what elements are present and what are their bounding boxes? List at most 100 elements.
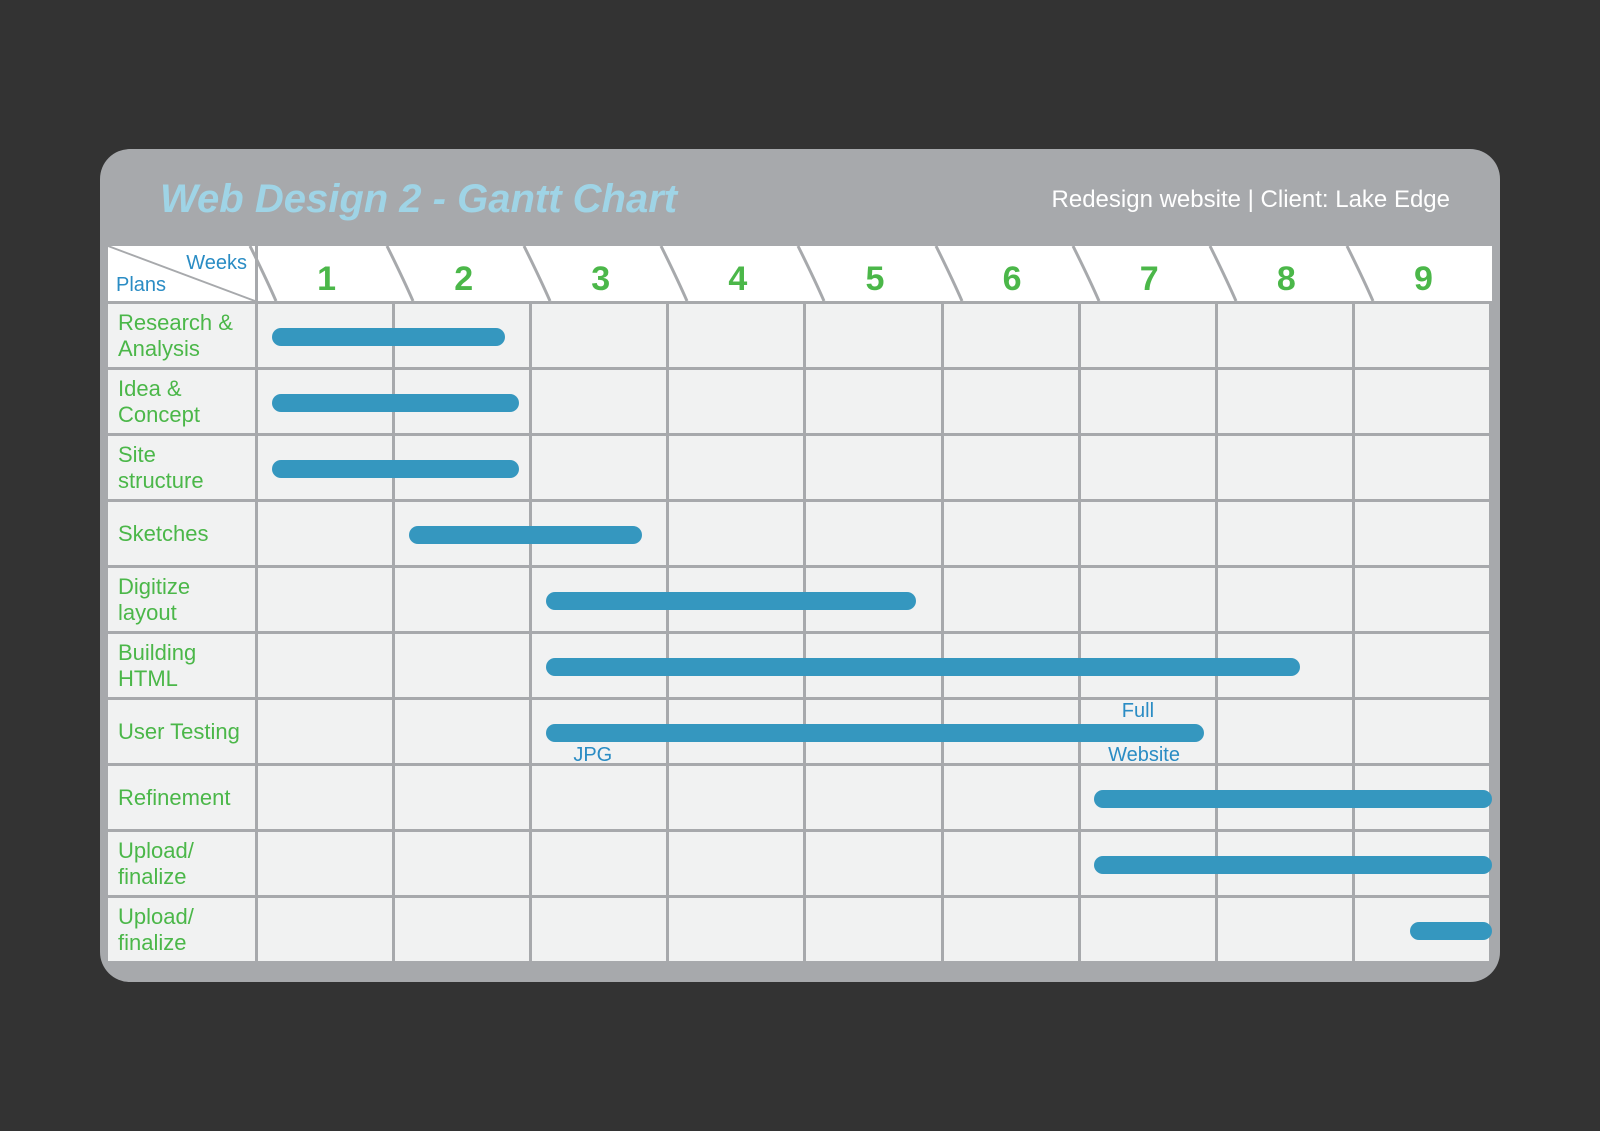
grid-cell xyxy=(944,436,1081,502)
grid-cell xyxy=(944,766,1081,832)
grid-cell xyxy=(944,898,1081,964)
grid-cell xyxy=(395,700,532,766)
week-number: 1 xyxy=(317,260,336,299)
week-header: 6 xyxy=(944,246,1081,304)
plan-label: Refinement xyxy=(108,766,258,832)
grid-cell xyxy=(944,304,1081,370)
grid-cell xyxy=(1355,502,1492,568)
gantt-grid: Weeks Plans 1 2 3 4 5 6 7 8 xyxy=(108,246,1492,964)
grid-cell xyxy=(1218,634,1355,700)
grid-cell xyxy=(1081,436,1218,502)
grid-cell xyxy=(532,898,669,964)
week-header: 7 xyxy=(1081,246,1218,304)
grid-cell xyxy=(1081,766,1218,832)
axis-corner: Weeks Plans xyxy=(108,246,258,304)
grid-cell xyxy=(1218,436,1355,502)
week-header: 9 xyxy=(1355,246,1492,304)
week-number: 9 xyxy=(1414,260,1433,299)
grid-cell xyxy=(532,370,669,436)
week-number: 8 xyxy=(1277,260,1296,299)
week-header: 3 xyxy=(532,246,669,304)
plan-label: Idea & Concept xyxy=(108,370,258,436)
week-header: 1 xyxy=(258,246,395,304)
grid-cell xyxy=(395,832,532,898)
grid-cell xyxy=(669,370,806,436)
grid-cell xyxy=(1355,304,1492,370)
grid-cell xyxy=(1218,700,1355,766)
gantt-chart: Weeks Plans 1 2 3 4 5 6 7 8 xyxy=(100,246,1500,982)
grid-cell xyxy=(1218,304,1355,370)
grid-cell xyxy=(1355,568,1492,634)
week-header: 8 xyxy=(1218,246,1355,304)
grid-cell xyxy=(258,832,395,898)
grid-cell xyxy=(1081,370,1218,436)
grid-cell xyxy=(806,370,943,436)
grid-cell xyxy=(806,700,943,766)
grid-cell xyxy=(532,502,669,568)
grid-cell xyxy=(806,898,943,964)
week-number: 2 xyxy=(454,260,473,299)
plan-label: Building HTML xyxy=(108,634,258,700)
plan-label: User Testing xyxy=(108,700,258,766)
grid-cell xyxy=(532,766,669,832)
plan-label: Sketches xyxy=(108,502,258,568)
grid-cell xyxy=(532,436,669,502)
page-subtitle: Redesign website | Client: Lake Edge xyxy=(1052,186,1450,214)
grid-cell xyxy=(258,568,395,634)
week-number: 7 xyxy=(1140,260,1159,299)
grid-cell xyxy=(395,370,532,436)
grid-cell xyxy=(258,304,395,370)
plans-axis-label: Plans xyxy=(116,274,166,297)
grid-cell xyxy=(1218,898,1355,964)
grid-cell xyxy=(944,568,1081,634)
grid-cell xyxy=(806,568,943,634)
grid-cell xyxy=(944,832,1081,898)
grid-cell xyxy=(532,304,669,370)
plan-label: Upload/ finalize xyxy=(108,898,258,964)
grid-cell xyxy=(1081,304,1218,370)
grid-cell xyxy=(806,502,943,568)
week-number: 3 xyxy=(591,260,610,299)
week-number: 4 xyxy=(728,260,747,299)
weeks-axis-label: Weeks xyxy=(186,252,247,275)
plan-label: Upload/ finalize xyxy=(108,832,258,898)
grid-cell xyxy=(258,370,395,436)
week-header: 2 xyxy=(395,246,532,304)
grid-cell xyxy=(669,304,806,370)
grid-cell xyxy=(669,766,806,832)
grid-cell xyxy=(1355,832,1492,898)
grid-cell xyxy=(532,568,669,634)
grid-cell xyxy=(806,766,943,832)
grid-cell xyxy=(669,502,806,568)
grid-cell xyxy=(806,832,943,898)
gantt-card: Web Design 2 - Gantt Chart Redesign webs… xyxy=(100,149,1500,982)
grid-cell xyxy=(395,304,532,370)
grid-cell xyxy=(1355,634,1492,700)
grid-cell xyxy=(395,502,532,568)
grid-cell xyxy=(258,634,395,700)
grid-cell xyxy=(1218,502,1355,568)
week-number: 5 xyxy=(866,260,885,299)
grid-cell xyxy=(1081,568,1218,634)
grid-cell xyxy=(1081,898,1218,964)
grid-cell xyxy=(669,436,806,502)
grid-cell xyxy=(1355,898,1492,964)
grid-cell xyxy=(1218,766,1355,832)
grid-cell xyxy=(669,568,806,634)
grid-cell xyxy=(258,898,395,964)
grid-cell xyxy=(944,502,1081,568)
grid-cell xyxy=(1355,766,1492,832)
plan-label: Digitize layout xyxy=(108,568,258,634)
grid-cell xyxy=(1355,370,1492,436)
grid-cell xyxy=(1081,634,1218,700)
grid-cell xyxy=(532,700,669,766)
grid-cell xyxy=(944,634,1081,700)
grid-cell xyxy=(669,700,806,766)
grid-cell xyxy=(395,568,532,634)
header: Web Design 2 - Gantt Chart Redesign webs… xyxy=(100,149,1500,246)
grid-cell xyxy=(669,898,806,964)
grid-cell xyxy=(1218,832,1355,898)
grid-cell xyxy=(532,832,669,898)
grid-cell xyxy=(944,700,1081,766)
grid-cell xyxy=(1218,370,1355,436)
